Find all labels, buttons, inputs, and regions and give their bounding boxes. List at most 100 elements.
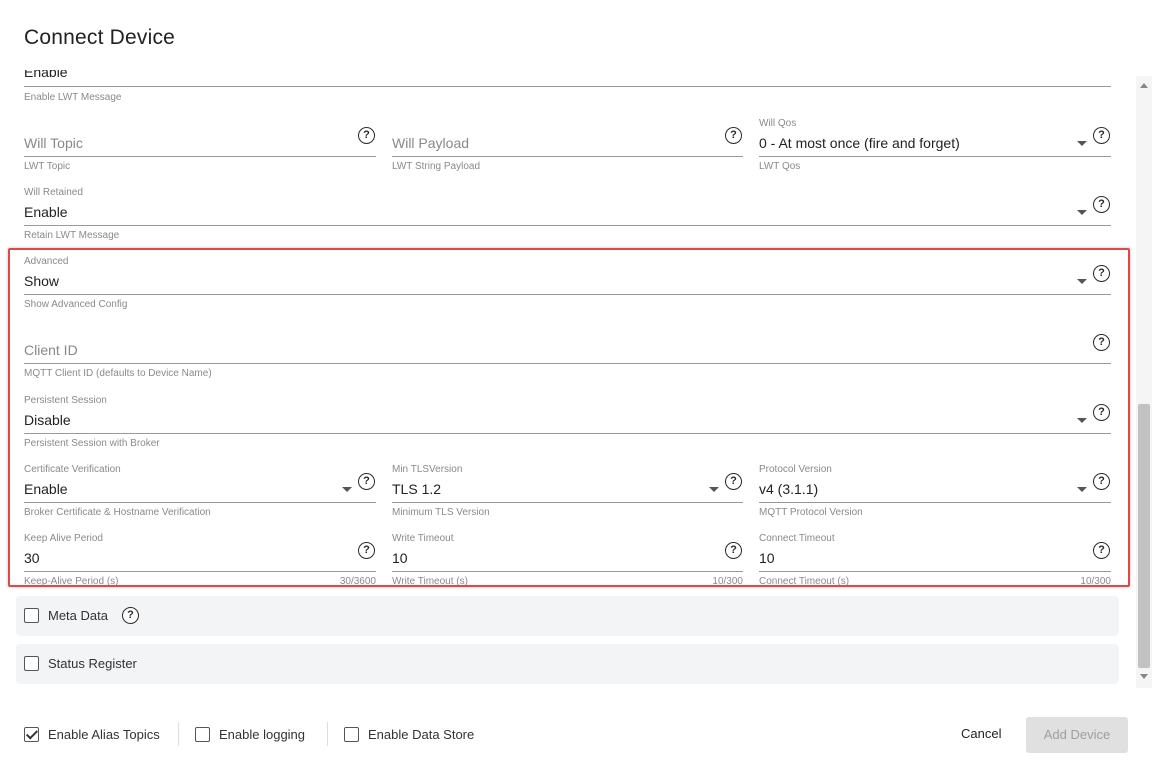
enable-alias-topics-checkbox[interactable] [24, 727, 39, 742]
lwt-enable-select[interactable]: Enable Enable LWT Message [24, 70, 1111, 104]
advanced-helper: Show Advanced Config [24, 299, 128, 310]
help-icon[interactable]: ? [1093, 334, 1110, 351]
protocol-version-underline [759, 502, 1111, 503]
persistent-session-helper: Persistent Session with Broker [24, 438, 160, 449]
protocol-version-helper: MQTT Protocol Version [759, 507, 863, 518]
will-qos-helper: LWT Qos [759, 161, 801, 172]
help-icon[interactable]: ? [725, 542, 742, 559]
advanced-select[interactable]: Advanced Show Show Advanced Config ? [24, 256, 1111, 312]
cert-verification-label: Certificate Verification [24, 464, 121, 475]
will-topic-input[interactable]: Will Topic [24, 135, 83, 151]
will-topic-helper: LWT Topic [24, 161, 71, 172]
chevron-down-icon [1077, 210, 1087, 215]
form-scroll-area[interactable]: Enable Enable LWT Message Will Topic LWT… [0, 70, 1136, 688]
footer-divider [327, 722, 328, 746]
enable-data-store-label[interactable]: Enable Data Store [368, 727, 474, 742]
min-tls-underline [392, 502, 743, 503]
will-payload-field[interactable]: Will Payload LWT String Payload ? [392, 124, 743, 174]
help-icon[interactable]: ? [1093, 473, 1110, 490]
advanced-underline [24, 294, 1111, 295]
min-tls-select[interactable]: Min TLSVersion TLS 1.2 Minimum TLS Versi… [392, 464, 743, 520]
cert-verification-underline [24, 502, 376, 503]
client-id-input[interactable]: Client ID [24, 342, 78, 358]
will-retained-value: Enable [24, 204, 68, 220]
enable-logging-label[interactable]: Enable logging [219, 727, 305, 742]
will-retained-label: Will Retained [24, 187, 83, 198]
protocol-version-label: Protocol Version [759, 464, 832, 475]
protocol-version-value: v4 (3.1.1) [759, 481, 819, 497]
help-icon[interactable]: ? [1093, 196, 1110, 213]
client-id-underline [24, 363, 1111, 364]
help-icon[interactable]: ? [358, 542, 375, 559]
help-icon[interactable]: ? [358, 127, 375, 144]
write-timeout-input[interactable]: 10 [392, 550, 408, 566]
lwt-enable-value: Enable [24, 70, 68, 80]
enable-logging-checkbox[interactable] [195, 727, 210, 742]
will-payload-input[interactable]: Will Payload [392, 135, 469, 151]
keep-alive-helper: Keep-Alive Period (s) [24, 576, 119, 587]
help-icon[interactable]: ? [1093, 265, 1110, 282]
will-qos-label: Will Qos [759, 118, 797, 129]
enable-data-store-checkbox[interactable] [344, 727, 359, 742]
client-id-helper: MQTT Client ID (defaults to Device Name) [24, 368, 212, 379]
connect-timeout-input[interactable]: 10 [759, 550, 775, 566]
enable-alias-topics-label[interactable]: Enable Alias Topics [48, 727, 160, 742]
chevron-down-icon [1077, 487, 1087, 492]
write-timeout-underline [392, 571, 743, 572]
will-qos-underline [759, 156, 1111, 157]
status-register-label: Status Register [48, 656, 137, 671]
will-topic-field[interactable]: Will Topic LWT Topic ? [24, 124, 376, 174]
cert-verification-helper: Broker Certificate & Hostname Verificati… [24, 507, 211, 518]
persistent-session-value: Disable [24, 412, 71, 428]
lwt-enable-underline [24, 86, 1111, 87]
connect-timeout-field[interactable]: Connect Timeout 10 Connect Timeout (s) 1… [759, 533, 1111, 589]
write-timeout-helper: Write Timeout (s) [392, 576, 468, 587]
meta-data-panel[interactable]: Meta Data ? [16, 596, 1119, 636]
connect-timeout-helper: Connect Timeout (s) [759, 576, 850, 587]
footer-divider [178, 722, 179, 746]
help-icon[interactable]: ? [725, 127, 742, 144]
help-icon[interactable]: ? [358, 473, 375, 490]
advanced-value: Show [24, 273, 60, 289]
cancel-button[interactable]: Cancel [961, 726, 1001, 741]
min-tls-helper: Minimum TLS Version [392, 507, 490, 518]
persistent-session-select[interactable]: Persistent Session Disable Persistent Se… [24, 395, 1111, 451]
chevron-down-icon [1077, 141, 1087, 146]
help-icon[interactable]: ? [725, 473, 742, 490]
meta-data-checkbox[interactable] [24, 608, 39, 623]
help-icon[interactable]: ? [1093, 542, 1110, 559]
will-topic-underline [24, 156, 376, 157]
will-qos-select[interactable]: Will Qos 0 - At most once (fire and forg… [759, 118, 1111, 174]
will-payload-underline [392, 156, 743, 157]
help-icon[interactable]: ? [122, 607, 139, 624]
scrollbar-thumb[interactable] [1138, 404, 1150, 668]
keep-alive-field[interactable]: Keep Alive Period 30 Keep-Alive Period (… [24, 533, 376, 589]
keep-alive-underline [24, 571, 376, 572]
connect-timeout-underline [759, 571, 1111, 572]
will-retained-underline [24, 225, 1111, 226]
help-icon[interactable]: ? [1093, 404, 1110, 421]
cert-verification-select[interactable]: Certificate Verification Enable Broker C… [24, 464, 376, 520]
scroll-up-arrow-icon[interactable] [1140, 83, 1148, 88]
chevron-down-icon [1077, 279, 1087, 284]
status-register-checkbox[interactable] [24, 656, 39, 671]
write-timeout-field[interactable]: Write Timeout 10 Write Timeout (s) 10/30… [392, 533, 743, 589]
persistent-session-label: Persistent Session [24, 395, 107, 406]
status-register-panel[interactable]: Status Register [16, 644, 1119, 684]
advanced-label: Advanced [24, 256, 69, 267]
keep-alive-counter: 30/3600 [339, 576, 376, 587]
scroll-down-arrow-icon[interactable] [1140, 674, 1148, 679]
add-device-button[interactable]: Add Device [1026, 717, 1128, 753]
chevron-down-icon [1077, 418, 1087, 423]
min-tls-label: Min TLSVersion [392, 464, 463, 475]
persistent-session-underline [24, 433, 1111, 434]
chevron-down-icon [709, 487, 719, 492]
protocol-version-select[interactable]: Protocol Version v4 (3.1.1) MQTT Protoco… [759, 464, 1111, 520]
will-retained-select[interactable]: Will Retained Enable Retain LWT Message … [24, 187, 1111, 243]
write-timeout-label: Write Timeout [392, 533, 454, 544]
help-icon[interactable]: ? [1093, 127, 1110, 144]
keep-alive-label: Keep Alive Period [24, 533, 103, 544]
connect-timeout-label: Connect Timeout [759, 533, 835, 544]
keep-alive-input[interactable]: 30 [24, 550, 40, 566]
client-id-field[interactable]: Client ID MQTT Client ID (defaults to De… [24, 325, 1111, 381]
